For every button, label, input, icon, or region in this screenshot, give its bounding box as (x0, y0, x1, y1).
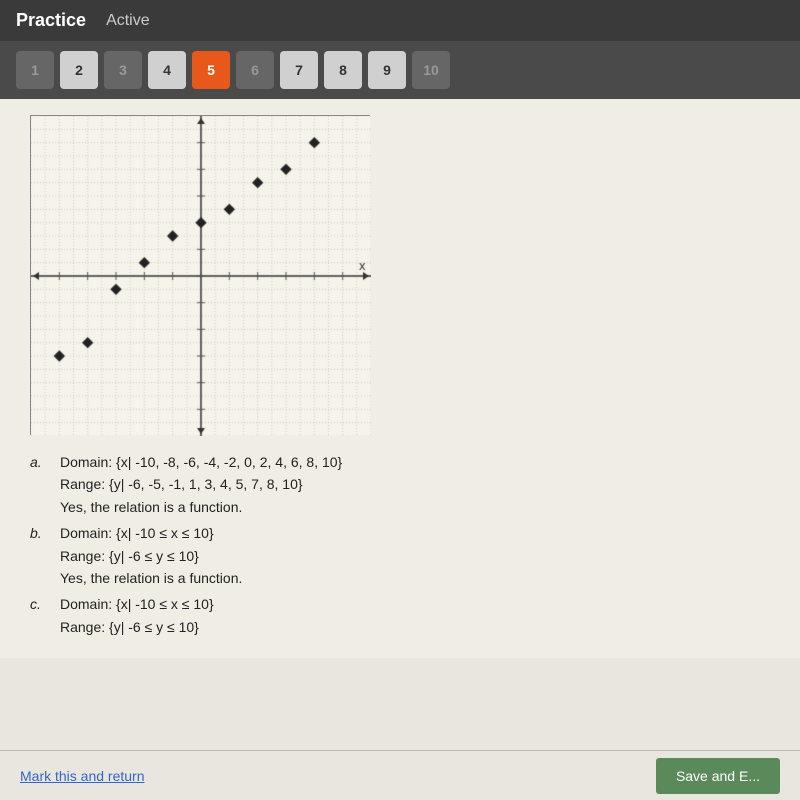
answer-a-text: Domain: {x| -10, -8, -6, -4, -2, 0, 2, 4… (60, 451, 342, 518)
screen: Practice Active 12345678910 a. Domain: {… (0, 0, 800, 800)
nav-btn-9[interactable]: 9 (368, 51, 406, 89)
answer-a-line3: Yes, the relation is a function. (60, 496, 342, 518)
save-button[interactable]: Save and E... (656, 758, 780, 794)
header-status: Active (106, 12, 150, 30)
answer-c[interactable]: c. Domain: {x| -10 ≤ x ≤ 10} Range: {y| … (30, 593, 770, 638)
graph-canvas (31, 116, 371, 436)
answer-a-letter: a. (30, 451, 50, 518)
nav-btn-5[interactable]: 5 (192, 51, 230, 89)
answer-b-line1: Domain: {x| -10 ≤ x ≤ 10} (60, 522, 242, 544)
answer-c-line1: Domain: {x| -10 ≤ x ≤ 10} (60, 593, 214, 615)
answer-b-letter: b. (30, 522, 50, 589)
answer-a-line1: Domain: {x| -10, -8, -6, -4, -2, 0, 2, 4… (60, 451, 342, 473)
nav-btn-6[interactable]: 6 (236, 51, 274, 89)
header-title: Practice (16, 10, 86, 31)
answer-c-text: Domain: {x| -10 ≤ x ≤ 10} Range: {y| -6 … (60, 593, 214, 638)
answer-c-letter: c. (30, 593, 50, 638)
nav-btn-7[interactable]: 7 (280, 51, 318, 89)
nav-btn-8[interactable]: 8 (324, 51, 362, 89)
answer-b[interactable]: b. Domain: {x| -10 ≤ x ≤ 10} Range: {y| … (30, 522, 770, 589)
graph-container (30, 115, 370, 435)
answer-c-line2: Range: {y| -6 ≤ y ≤ 10} (60, 616, 214, 638)
answer-a-line2: Range: {y| -6, -5, -1, 1, 3, 4, 5, 7, 8,… (60, 473, 342, 495)
mark-return-link[interactable]: Mark this and return (20, 768, 145, 784)
nav-btn-3[interactable]: 3 (104, 51, 142, 89)
answer-b-line3: Yes, the relation is a function. (60, 567, 242, 589)
nav-btn-2[interactable]: 2 (60, 51, 98, 89)
question-nav: 12345678910 (0, 41, 800, 99)
header: Practice Active (0, 0, 800, 41)
nav-btn-1[interactable]: 1 (16, 51, 54, 89)
answer-b-text: Domain: {x| -10 ≤ x ≤ 10} Range: {y| -6 … (60, 522, 242, 589)
nav-btn-10[interactable]: 10 (412, 51, 450, 89)
answer-a[interactable]: a. Domain: {x| -10, -8, -6, -4, -2, 0, 2… (30, 451, 770, 518)
content-area: a. Domain: {x| -10, -8, -6, -4, -2, 0, 2… (0, 99, 800, 658)
nav-btn-4[interactable]: 4 (148, 51, 186, 89)
answer-b-line2: Range: {y| -6 ≤ y ≤ 10} (60, 545, 242, 567)
answers: a. Domain: {x| -10, -8, -6, -4, -2, 0, 2… (30, 451, 770, 638)
footer: Mark this and return Save and E... (0, 750, 800, 800)
